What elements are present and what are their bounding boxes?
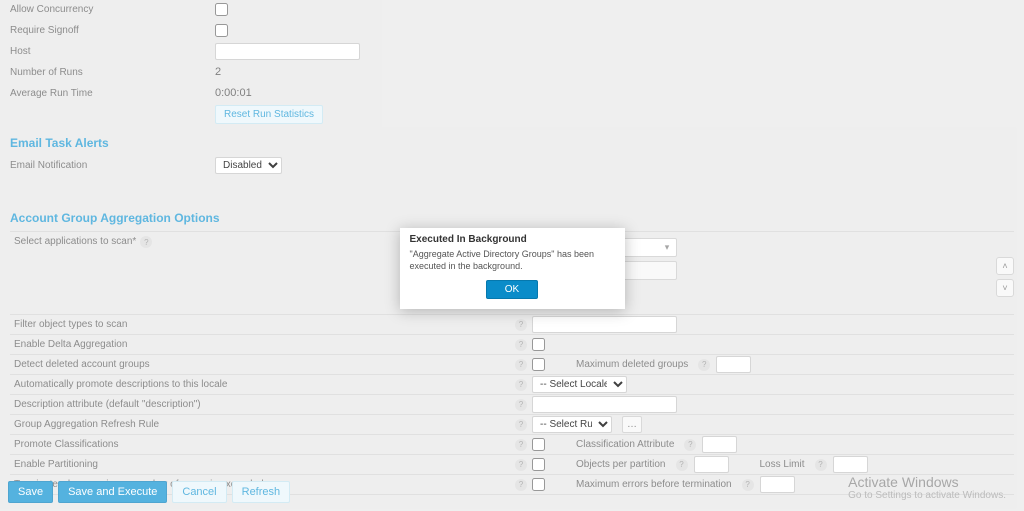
modal-overlay: Executed In Background "Aggregate Active… — [0, 0, 1024, 511]
modal-title: Executed In Background — [400, 228, 625, 249]
modal-dialog: Executed In Background "Aggregate Active… — [400, 228, 625, 309]
modal-ok-button[interactable]: OK — [486, 280, 538, 299]
modal-body: "Aggregate Active Directory Groups" has … — [400, 249, 625, 280]
